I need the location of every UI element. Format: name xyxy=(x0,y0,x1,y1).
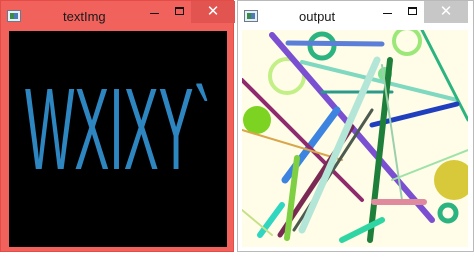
window-title: output xyxy=(299,9,336,24)
close-button[interactable]: ✕ xyxy=(191,1,235,23)
output-window: output ✕ xyxy=(237,0,474,252)
shape-disc xyxy=(243,106,271,134)
close-button[interactable]: ✕ xyxy=(424,1,468,23)
maximize-button[interactable] xyxy=(167,1,193,23)
rendered-text: WXIXY` xyxy=(25,64,211,194)
shape-line xyxy=(285,40,385,47)
output-canvas xyxy=(242,30,468,247)
close-icon: ✕ xyxy=(206,3,220,20)
minimize-button[interactable] xyxy=(374,1,400,23)
textimg-window: textImg ✕ WXIXY` xyxy=(0,0,235,252)
minimize-icon xyxy=(150,13,159,14)
output-titlebar[interactable]: output ✕ xyxy=(238,1,473,31)
close-icon: ✕ xyxy=(439,3,453,20)
minimize-icon xyxy=(383,13,392,14)
maximize-icon xyxy=(408,7,417,15)
app-icon xyxy=(244,10,258,22)
textimg-titlebar[interactable]: textImg ✕ xyxy=(1,1,235,31)
textimg-canvas: WXIXY` xyxy=(9,31,227,247)
window-title: textImg xyxy=(63,9,106,24)
maximize-icon xyxy=(175,7,184,15)
maximize-button[interactable] xyxy=(400,1,426,23)
minimize-button[interactable] xyxy=(141,1,167,23)
app-icon xyxy=(7,10,21,22)
